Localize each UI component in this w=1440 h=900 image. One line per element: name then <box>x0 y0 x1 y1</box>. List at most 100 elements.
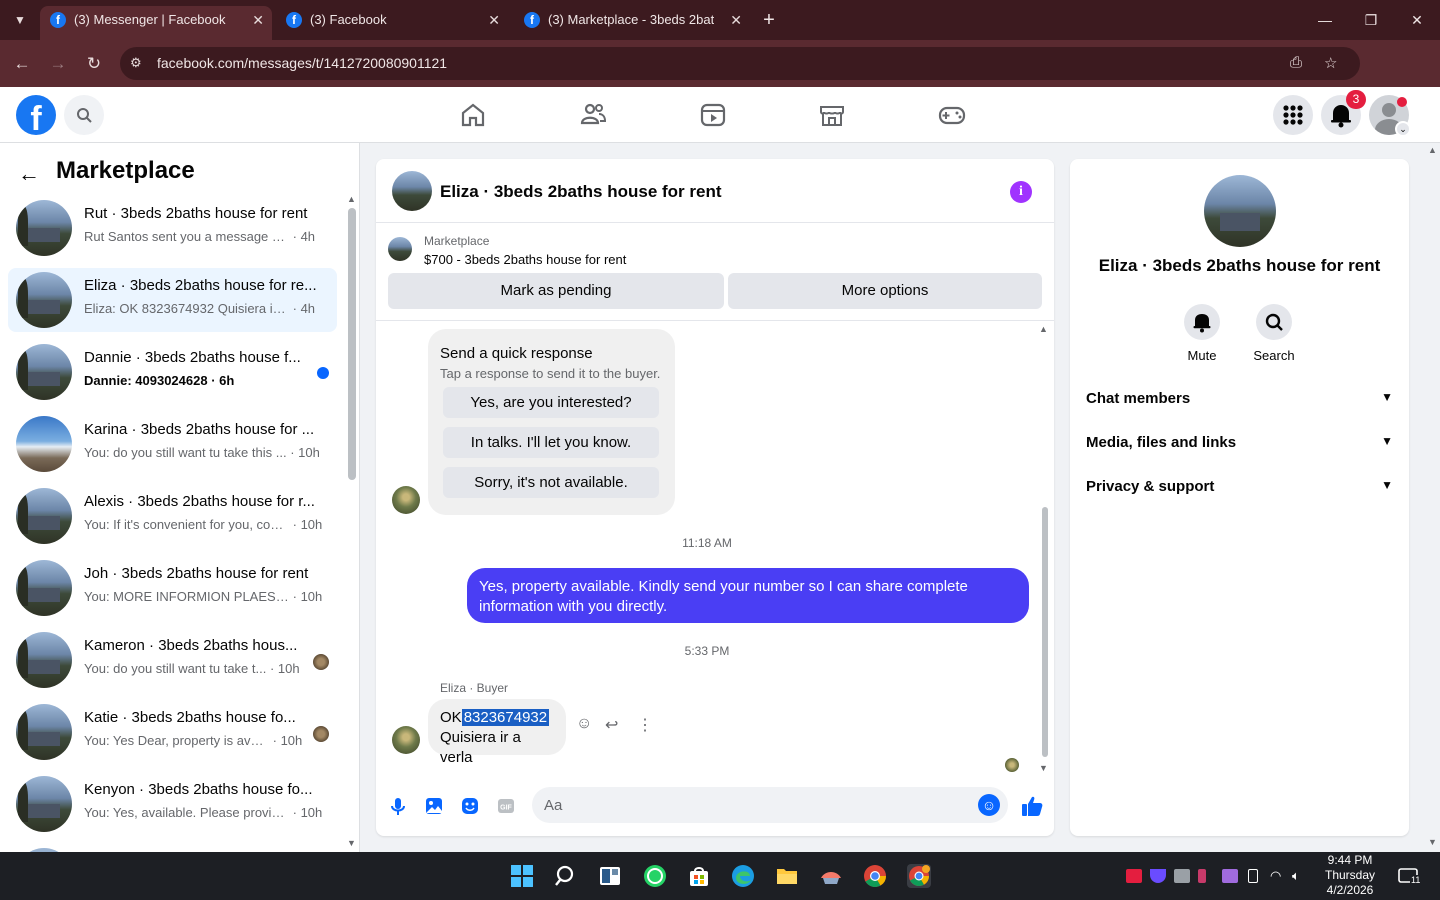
microsoft-store-icon[interactable] <box>687 864 711 888</box>
taskbar-clock[interactable]: 9:44 PM Thursday 4/2/2026 <box>1318 853 1382 898</box>
message-input[interactable]: Aa ☺ <box>532 787 1008 823</box>
tab-facebook[interactable]: f (3) Facebook ✕ <box>276 6 508 40</box>
emoji-icon[interactable]: ☺ <box>978 794 1000 816</box>
conversation-item-katie[interactable]: Katie · 3beds 2baths house fo... You: Ye… <box>8 700 337 764</box>
page-scrollbar[interactable]: ▲ ▼ <box>1424 143 1440 852</box>
gif-icon[interactable]: GIF <box>496 796 516 816</box>
microphone-icon[interactable] <box>388 796 408 816</box>
info-icon[interactable]: i <box>1010 181 1032 203</box>
site-info-icon[interactable]: ⚙ <box>130 55 142 71</box>
task-view-icon[interactable] <box>598 864 622 888</box>
conversation-item-karina[interactable]: Karina · 3beds 2baths house for ... You:… <box>8 412 337 476</box>
edge-browser-icon[interactable] <box>731 864 755 888</box>
new-tab-button[interactable]: + <box>756 6 782 34</box>
chat-members-section[interactable]: Chat members ▼ <box>1086 378 1393 422</box>
sticker-icon[interactable] <box>460 796 480 816</box>
close-window-button[interactable]: ✕ <box>1402 8 1432 32</box>
mute-button[interactable]: Mute <box>1172 304 1232 363</box>
friends-icon[interactable] <box>577 99 609 131</box>
url-omnibox[interactable]: ⚙ facebook.com/messages/t/14127200809011… <box>120 47 1360 80</box>
forward-button[interactable]: → <box>46 52 70 76</box>
photo-icon[interactable] <box>424 796 444 816</box>
quick-response-in-talks-button[interactable]: In talks. I'll let you know. <box>443 427 659 458</box>
facebook-logo[interactable]: f <box>16 95 56 138</box>
media-files-links-section[interactable]: Media, files and links ▼ <box>1086 422 1393 466</box>
thumbs-up-icon[interactable] <box>1020 794 1044 818</box>
conversation-item-alexis[interactable]: Alexis · 3beds 2baths house for r... You… <box>8 484 337 548</box>
scroll-down-arrow-icon[interactable]: ▼ <box>1428 837 1437 847</box>
tray-app-icon[interactable] <box>1222 869 1238 883</box>
scroll-up-arrow-icon[interactable]: ▲ <box>347 194 356 204</box>
scroll-down-arrow-icon[interactable]: ▼ <box>347 838 356 848</box>
chevron-down-icon[interactable]: ⌄ <box>1395 121 1411 137</box>
conversation-item-rut[interactable]: Rut · 3beds 2baths house for rent Rut Sa… <box>8 196 337 260</box>
volume-icon[interactable]: 🔈︎ <box>1292 869 1308 883</box>
facebook-favicon-icon: f <box>286 12 302 28</box>
mark-as-pending-button[interactable]: Mark as pending <box>388 273 724 309</box>
more-options-button[interactable]: More options <box>728 273 1042 309</box>
scroll-up-arrow-icon[interactable]: ▲ <box>1039 324 1048 334</box>
privacy-support-section[interactable]: Privacy & support ▼ <box>1086 466 1393 510</box>
more-actions-icon[interactable]: ⋮ <box>637 715 653 735</box>
close-tab-icon[interactable]: ✕ <box>730 6 742 34</box>
restore-button[interactable]: ❐ <box>1356 8 1386 32</box>
conversation-item-joh[interactable]: Joh · 3beds 2baths house for rent You: M… <box>8 556 337 620</box>
chrome-profile-icon[interactable] <box>907 864 931 888</box>
marketplace-icon[interactable] <box>816 99 848 131</box>
listing-title[interactable]: $700 - 3beds 2baths house for rent <box>424 252 626 267</box>
details-avatar[interactable] <box>1204 175 1276 247</box>
scroll-up-arrow-icon[interactable]: ▲ <box>1428 145 1437 155</box>
conversation-item-dannie[interactable]: Dannie · 3beds 2baths house f... Dannie:… <box>8 340 337 404</box>
search-icon[interactable] <box>554 864 578 888</box>
conversation-item-eliza[interactable]: Eliza · 3beds 2baths house for re... Eli… <box>8 268 337 332</box>
reply-icon[interactable]: ↩ <box>605 715 618 735</box>
conversation-item-kenyon[interactable]: Kenyon · 3beds 2baths house fo... You: Y… <box>8 772 337 836</box>
back-arrow-icon[interactable]: ← <box>18 161 40 187</box>
file-explorer-icon[interactable] <box>775 864 799 888</box>
react-emoji-icon[interactable]: ☺ <box>576 715 592 733</box>
conversation-list-scroll-thumb[interactable] <box>348 208 356 480</box>
minimize-button[interactable]: — <box>1310 8 1340 32</box>
bookmark-star-icon[interactable]: ☆ <box>1324 54 1337 72</box>
search-conversation-button[interactable]: Search <box>1244 304 1304 363</box>
video-icon[interactable] <box>697 99 729 131</box>
tab-marketplace[interactable]: f (3) Marketplace - 3beds 2baths ✕ <box>514 6 750 40</box>
notification-center-button[interactable]: 11 <box>1398 867 1422 887</box>
windows-start-icon[interactable] <box>510 864 534 888</box>
conversation-item-partial[interactable] <box>8 844 337 852</box>
chat-title[interactable]: Eliza · 3beds 2baths house for rent <box>440 182 722 202</box>
whatsapp-icon[interactable] <box>643 864 667 888</box>
reload-button[interactable]: ↻ <box>82 52 106 76</box>
sender-avatar[interactable] <box>392 726 420 754</box>
tab-messenger[interactable]: f (3) Messenger | Facebook ✕ <box>40 6 272 40</box>
details-name: Eliza · 3beds 2baths house for rent <box>1098 256 1381 275</box>
tray-app-icon[interactable] <box>1198 869 1206 883</box>
sender-avatar[interactable] <box>392 486 420 514</box>
home-icon[interactable] <box>457 99 489 131</box>
install-app-icon[interactable]: ⎙ <box>1290 54 1302 71</box>
back-button[interactable]: ← <box>10 52 34 76</box>
chat-avatar[interactable] <box>392 171 432 211</box>
quick-response-not-available-button[interactable]: Sorry, it's not available. <box>443 467 659 498</box>
listing-thumbnail[interactable] <box>388 237 412 261</box>
message-scroll-thumb[interactable] <box>1042 507 1048 757</box>
selected-phone-number[interactable]: 8323674932 <box>461 709 550 726</box>
outgoing-message-bubble[interactable]: Yes, property available. Kindly send you… <box>467 568 1029 623</box>
conversation-item-kameron[interactable]: Kameron · 3beds 2baths hous... You: do y… <box>8 628 337 692</box>
vpn-icon[interactable] <box>1150 869 1166 883</box>
gaming-icon[interactable] <box>936 99 968 131</box>
close-tab-icon[interactable]: ✕ <box>488 6 500 34</box>
wifi-icon[interactable]: ◠ <box>1270 869 1286 883</box>
scroll-down-arrow-icon[interactable]: ▼ <box>1039 763 1048 773</box>
chrome-icon[interactable] <box>863 864 887 888</box>
quick-response-yes-button[interactable]: Yes, are you interested? <box>443 387 659 418</box>
photos-app-icon[interactable] <box>819 864 843 888</box>
tray-app-icon[interactable] <box>1174 869 1190 883</box>
tray-app-icon[interactable] <box>1126 869 1142 883</box>
incoming-message-bubble[interactable]: OK 8323674932 Quisiera ir a verla <box>428 699 566 766</box>
tab-search-chevron-icon[interactable]: ▼ <box>8 8 32 32</box>
facebook-search-button[interactable] <box>64 95 104 135</box>
menu-grid-button[interactable] <box>1273 95 1313 135</box>
battery-icon[interactable] <box>1248 869 1258 883</box>
close-tab-icon[interactable]: ✕ <box>252 6 264 34</box>
